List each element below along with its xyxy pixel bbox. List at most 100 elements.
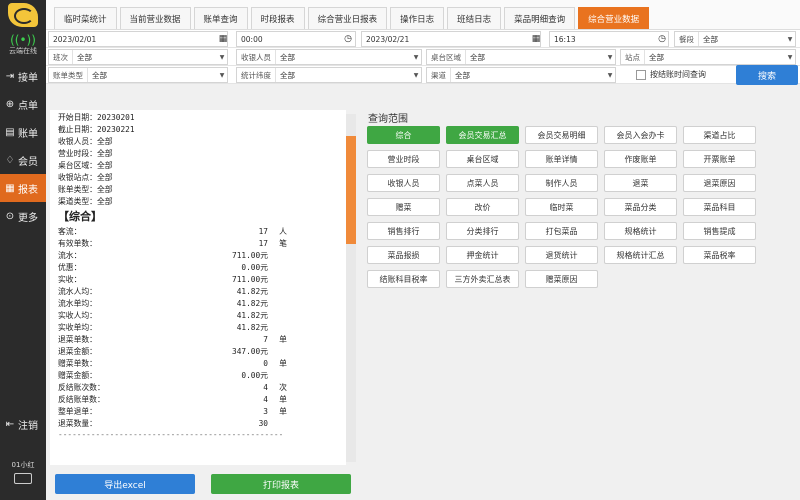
tab-period-report[interactable]: 时段报表 [250, 7, 305, 29]
tab-temp-dish[interactable]: 临时菜统计 [54, 7, 117, 29]
query-range-button[interactable]: 销售排行 [367, 222, 440, 240]
query-range-button[interactable]: 打包菜品 [525, 222, 598, 240]
filter-row-3: 账单类型 全部 ▼ 统计纬度 全部 ▼ 渠道 全部 ▼ 按结账时间查询 搜索 [46, 65, 800, 85]
channel-select[interactable]: 渠道 全部 ▼ [426, 67, 616, 83]
cashier-select[interactable]: 收银人员 全部 ▼ [236, 49, 422, 65]
query-range-button[interactable]: 会员入会办卡 [604, 126, 677, 144]
logout-button[interactable]: ⇤ 注销 [0, 410, 46, 438]
nav-receive[interactable]: ⇥ 接单 [0, 62, 46, 90]
query-range-button[interactable]: 分类排行 [446, 222, 519, 240]
stat-unit [268, 346, 298, 358]
stat-value: 41.82元 [236, 323, 268, 332]
query-range-button[interactable]: 赠菜原因 [525, 270, 598, 288]
bill-type-select[interactable]: 账单类型 全部 ▼ [48, 67, 228, 83]
search-button[interactable]: 搜索 [736, 65, 798, 85]
report-table-area: 桌台区域：全部 [58, 161, 113, 170]
start-date-input[interactable]: 2023/02/01 [48, 31, 228, 47]
tab-comprehensive-data[interactable]: 综合营业数据 [578, 7, 650, 29]
query-range-button[interactable]: 作废账单 [604, 150, 677, 168]
stat-value: 0.00元 [241, 263, 268, 272]
query-range-button[interactable]: 退菜 [604, 174, 677, 192]
query-range-button[interactable]: 三方外卖汇总表 [446, 270, 519, 288]
nav-label: 点单 [18, 100, 38, 112]
tab-dish-detail[interactable]: 菜品明细查询 [504, 7, 576, 29]
report-divider: ----------------------------------------… [58, 430, 284, 439]
stat-unit: 单 [279, 335, 287, 344]
query-range-button[interactable]: 菜品税率 [683, 246, 756, 264]
station-select[interactable]: 站点 全部 ▼ [620, 49, 796, 65]
nav-bill[interactable]: ▤ 账单 [0, 118, 46, 146]
nav-order[interactable]: ⊕ 点单 [0, 90, 46, 118]
query-range-button[interactable]: 规格统计汇总 [604, 246, 677, 264]
report-stat-row: 整单退单： 3 单 [58, 406, 338, 418]
stat-unit [268, 262, 298, 274]
query-range-button[interactable]: 退菜原因 [683, 174, 756, 192]
query-range-button[interactable]: 桌台区域 [446, 150, 519, 168]
query-range-button[interactable]: 营业时段 [367, 150, 440, 168]
tab-daily-report[interactable]: 综合营业日报表 [307, 7, 388, 29]
query-range-title: 查询范围 [368, 114, 408, 125]
stat-label: 实收单均： [58, 323, 97, 332]
nav-report[interactable]: ▦ 报表 [0, 174, 46, 202]
query-range-button[interactable]: 菜品科目 [683, 198, 756, 216]
tab-operation-log[interactable]: 操作日志 [390, 7, 445, 29]
nav-label: 会员 [18, 156, 38, 168]
query-range-grid: 综合 会员交易汇总 会员交易明细 会员入会办卡 渠道占比营业时段 桌台区域 账单详情 作废账单… [367, 126, 797, 288]
query-range-button[interactable]: 账单详情 [525, 150, 598, 168]
calendar-icon[interactable]: ▦ [530, 33, 542, 45]
query-range-button[interactable]: 点菜人员 [446, 174, 519, 192]
checkout-time-label: 按结账时间查询 [650, 70, 706, 79]
tab-current-business[interactable]: 当前营业数据 [119, 7, 191, 29]
query-range-button[interactable]: 改价 [446, 198, 519, 216]
tab-bar: 临时菜统计 当前营业数据 账单查询 时段报表 综合营业日报表 操作日志 班结日志… [46, 0, 800, 30]
current-user: 01小红 [0, 460, 46, 484]
dimension-select[interactable]: 统计纬度 全部 ▼ [236, 67, 422, 83]
query-range-button[interactable]: 菜品分类 [604, 198, 677, 216]
query-range-button[interactable]: 菜品报损 [367, 246, 440, 264]
chevron-down-icon: ▼ [413, 71, 419, 79]
query-range-button[interactable]: 押金统计 [446, 246, 519, 264]
query-range-button[interactable]: 开票账单 [683, 150, 756, 168]
query-range-button[interactable]: 收银人员 [367, 174, 440, 192]
clock-icon[interactable]: ◷ [342, 33, 354, 45]
stat-label: 实收人均： [58, 311, 97, 320]
stat-unit [268, 250, 298, 262]
tab-bill-query[interactable]: 账单查询 [193, 7, 248, 29]
meal-select[interactable]: 餐段 全部 ▼ [674, 31, 796, 47]
tab-shift-log[interactable]: 班结日志 [447, 7, 502, 29]
query-range-button[interactable]: 制作人员 [525, 174, 598, 192]
query-range-button[interactable]: 渠道占比 [683, 126, 756, 144]
logout-icon: ⇤ [5, 418, 15, 430]
query-range-button[interactable]: 综合 [367, 126, 440, 144]
stat-unit [268, 286, 298, 298]
nav-more[interactable]: ⊙ 更多 [0, 202, 46, 230]
query-range-button[interactable]: 赠菜 [367, 198, 440, 216]
chevron-down-icon: ▼ [607, 53, 613, 61]
query-range-button[interactable]: 销售提成 [683, 222, 756, 240]
query-range-button[interactable]: 规格统计 [604, 222, 677, 240]
filter-panel: 2023/02/01 ▦ 00:00 ◷ 2023/02/21 ▦ 16:13 … [46, 30, 800, 85]
query-range-button[interactable]: 会员交易汇总 [446, 126, 519, 144]
end-date-input[interactable]: 2023/02/21 [361, 31, 541, 47]
query-range-button[interactable]: 会员交易明细 [525, 126, 598, 144]
scrollbar-thumb[interactable] [346, 136, 356, 244]
stat-value: 0 [263, 359, 268, 368]
keyboard-icon[interactable] [14, 473, 32, 484]
table-area-select[interactable]: 桌台区域 全部 ▼ [426, 49, 616, 65]
query-range-button[interactable]: 结账科目税率 [367, 270, 440, 288]
query-range-button[interactable]: 临时菜 [525, 198, 598, 216]
nav-label: 报表 [18, 184, 38, 196]
nav-member[interactable]: ♢ 会员 [0, 146, 46, 174]
clock-icon[interactable]: ◷ [656, 33, 668, 45]
stat-value: 711.00元 [232, 275, 268, 284]
checkout-time-checkbox[interactable] [636, 70, 646, 80]
query-range-button[interactable]: 退货统计 [525, 246, 598, 264]
report-scrollbar[interactable] [346, 114, 356, 462]
shift-select[interactable]: 班次 全部 ▼ [48, 49, 228, 65]
print-report-button[interactable]: 打印报表 [211, 474, 351, 494]
end-time-input[interactable]: 16:13 [549, 31, 669, 47]
export-excel-button[interactable]: 导出excel [55, 474, 195, 494]
stat-unit: 笔 [279, 239, 287, 248]
calendar-icon[interactable]: ▦ [217, 33, 229, 45]
start-time-input[interactable]: 00:00 [236, 31, 356, 47]
